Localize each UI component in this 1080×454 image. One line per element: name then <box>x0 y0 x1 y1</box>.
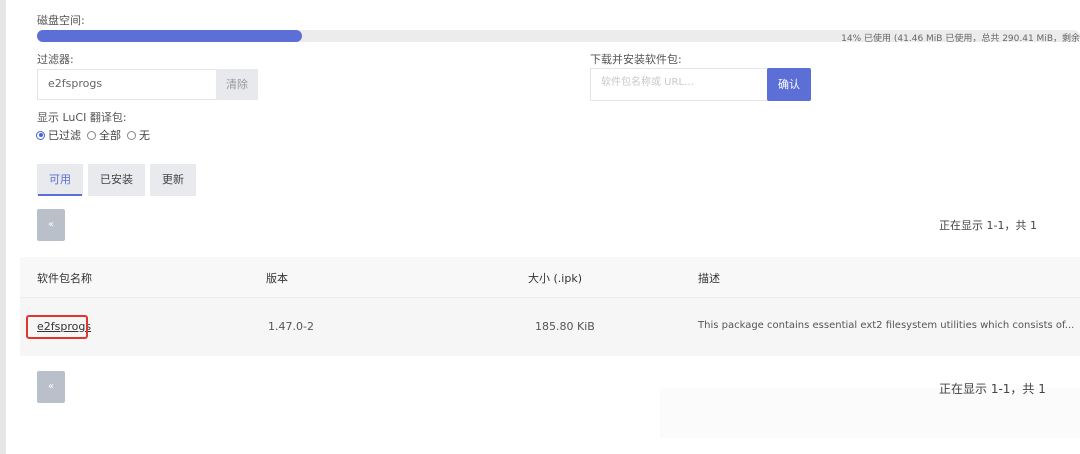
radio-all[interactable] <box>87 130 96 140</box>
pager-prev-button-top[interactable]: « <box>37 209 65 241</box>
clear-filter-button[interactable]: 清除 <box>216 69 258 100</box>
luci-radio-group: 已过滤 全部 无 <box>33 127 150 143</box>
radio-none[interactable] <box>127 130 136 140</box>
tab-available[interactable]: 可用 <box>37 164 83 196</box>
column-header-version: 版本 <box>266 272 288 285</box>
confirm-install-button[interactable]: 确认 <box>767 68 811 101</box>
radio-filtered[interactable] <box>36 130 45 140</box>
install-package-label: 下载并安装软件包: <box>590 53 682 66</box>
filter-input[interactable]: e2fsprogs <box>37 69 217 100</box>
highlight-box <box>26 315 88 339</box>
tab-updates[interactable]: 更新 <box>150 164 196 196</box>
column-header-size: 大小 (.ipk) <box>528 272 582 285</box>
pager-status-top: 正在显示 1-1，共 1 <box>939 219 1037 232</box>
radio-none-label: 无 <box>139 129 150 142</box>
column-header-description: 描述 <box>698 272 720 285</box>
active-tab-indicator <box>38 194 82 196</box>
radio-filtered-label: 已过滤 <box>48 129 81 142</box>
package-url-input[interactable]: 软件包名称或 URL… <box>590 68 768 101</box>
filter-label: 过滤器: <box>37 53 74 66</box>
luci-translation-label: 显示 LuCI 翻译包: <box>37 111 127 124</box>
left-edge-border <box>0 0 6 454</box>
radio-all-label: 全部 <box>99 129 121 142</box>
column-header-name: 软件包名称 <box>37 272 92 285</box>
package-version: 1.47.0-2 <box>268 320 314 333</box>
tab-installed[interactable]: 已安装 <box>88 164 145 196</box>
pager-status-bottom: 正在显示 1-1，共 1 <box>939 382 1046 396</box>
package-description: This package contains essential ext2 fil… <box>698 320 1075 331</box>
pager-prev-button-bottom[interactable]: « <box>37 371 65 403</box>
disk-usage-fill <box>37 30 302 42</box>
package-size: 185.80 KiB <box>535 320 595 333</box>
disk-usage-text: 14% 已使用 (41.46 MiB 已使用，总共 290.41 MiB，剩余 <box>841 34 1080 44</box>
disk-space-label: 磁盘空间: <box>37 14 85 27</box>
